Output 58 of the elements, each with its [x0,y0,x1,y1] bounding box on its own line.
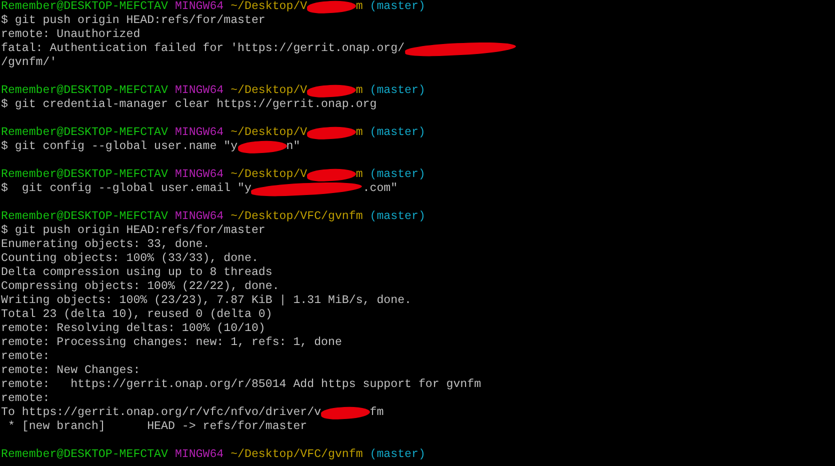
prompt-user: Remember@DESKTOP-MEFCTAV [1,126,168,140]
redaction-mark [320,406,370,420]
terminal-text: $ git config --global user.name "y [1,140,238,154]
prompt-user: Remember@DESKTOP-MEFCTAV [1,210,168,224]
terminal-text: Delta compression using up to 8 threads [1,266,272,280]
prompt-path: ~/Desktop/V [230,84,308,98]
prompt-path: ~/Desktop/V [230,168,308,182]
terminal-text: remote: https://gerrit.onap.org/r/85014 Add https support for gvnfm [1,378,482,392]
prompt-system: MINGW64 [174,210,224,224]
terminal-text: remote: [1,392,50,406]
prompt-branch: (master) [370,210,426,224]
prompt-branch: (master) [370,126,426,140]
prompt-system: MINGW64 [174,126,224,140]
prompt-path: ~/Desktop/V [230,126,308,140]
terminal-text: Total 23 (delta 10), reused 0 (delta 0) [1,308,272,322]
prompt-branch: (master) [370,168,426,182]
prompt-system: MINGW64 [174,168,224,182]
terminal-text: $ git push origin HEAD:refs/for/master [1,14,266,28]
prompt-path: ~/Desktop/V [230,0,308,14]
redaction-mark [237,140,287,154]
prompt-system: MINGW64 [174,84,224,98]
terminal-text: fatal: Authentication failed for 'https://gerrit.onap.org/ [1,42,405,56]
redaction-mark [306,0,356,14]
terminal-text: Compressing objects: 100% (22/22), done. [1,280,280,294]
terminal-text: .com" [362,182,398,196]
terminal-text: remote: Resolving deltas: 100% (10/10) [1,322,266,336]
terminal-text: remote: Processing changes: new: 1, refs: 1, done [1,336,342,350]
terminal-text: Writing objects: 100% (23/23), 7.87 KiB | 1.31 MiB/s, done. [1,294,412,308]
prompt-user: Remember@DESKTOP-MEFCTAV [1,84,168,98]
terminal-text: remote: Unauthorized [1,28,140,42]
prompt-system: MINGW64 [174,0,224,14]
terminal-text: $ git push origin HEAD:refs/for/master [1,224,266,238]
terminal-text: $ git config --global user.email "y [1,182,252,196]
prompt-path: m [356,84,363,98]
terminal-text: remote: New Changes: [1,364,140,378]
terminal-text: $ git credential-manager clear https://gerrit.onap.org [1,98,377,112]
terminal-text: n" [286,140,300,154]
prompt-system: MINGW64 [174,448,224,462]
prompt-path: ~/Desktop/VFC/gvnfm [230,210,363,224]
prompt-user: Remember@DESKTOP-MEFCTAV [1,0,168,14]
terminal-text: To https://gerrit.onap.org/r/vfc/nfvo/driver/v [1,406,322,420]
prompt-path: m [356,126,363,140]
prompt-path: m [356,0,363,14]
prompt-branch: (master) [370,84,426,98]
terminal-text: /gvnfm/' [1,56,57,70]
prompt-user: Remember@DESKTOP-MEFCTAV [1,448,168,462]
terminal-text: * [new branch] HEAD -> refs/for/master [6,420,308,434]
prompt-path: ~/Desktop/VFC/gvnfm [230,448,363,462]
terminal-text: Counting objects: 100% (33/33), done. [1,252,258,266]
prompt-branch: (master) [370,448,426,462]
terminal-text: Enumerating objects: 33, done. [1,238,210,252]
terminal-text: remote: [1,350,50,364]
prompt-branch: (master) [370,0,426,14]
terminal-text: fm [370,406,384,420]
prompt-user: Remember@DESKTOP-MEFCTAV [1,168,168,182]
prompt-path: m [356,168,363,182]
redaction-mark [306,126,356,140]
redaction-mark [306,84,356,98]
